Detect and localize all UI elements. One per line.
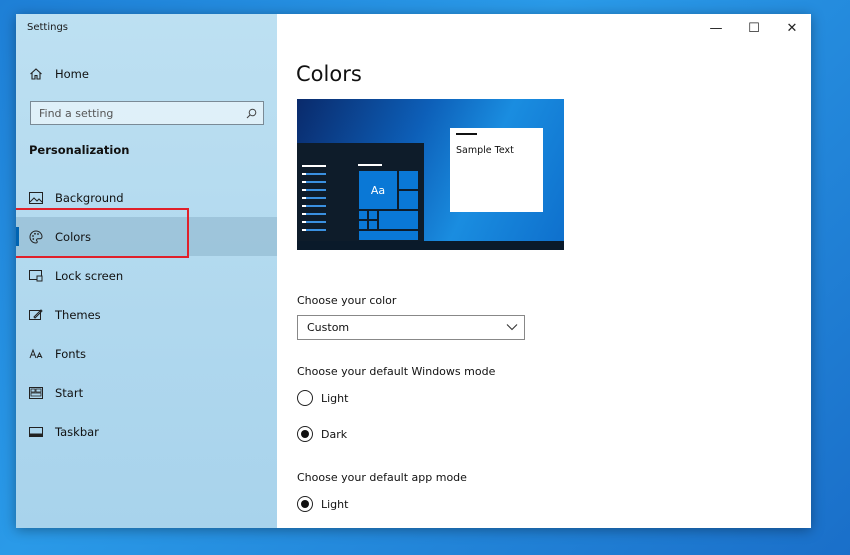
preview-tile	[368, 220, 378, 230]
preview-tile-aa: Aa	[358, 170, 398, 210]
close-button[interactable]: ✕	[773, 14, 811, 42]
lock-screen-icon	[28, 268, 44, 284]
color-preview: Aa Sample Text	[297, 99, 564, 250]
preview-start-menu: Aa	[297, 143, 424, 241]
sidebar-item-label: Start	[55, 385, 84, 400]
sidebar-item-label: Taskbar	[55, 424, 99, 439]
taskbar-icon	[28, 424, 44, 440]
preview-tile	[358, 210, 368, 220]
preview-tiles: Aa	[358, 170, 419, 241]
radio-label: Light	[321, 391, 349, 405]
page-title: Colors	[296, 62, 362, 86]
preview-tile	[398, 170, 419, 190]
radio-button[interactable]	[297, 390, 313, 406]
windows-mode-label: Choose your default Windows mode	[297, 365, 496, 378]
sidebar-item-themes[interactable]: Themes	[16, 295, 277, 334]
preview-taskbar	[297, 241, 564, 250]
sidebar-item-label: Lock screen	[55, 268, 124, 283]
themes-icon	[28, 307, 44, 323]
sidebar-item-label: Themes	[55, 307, 101, 322]
preview-window-titlebar	[456, 133, 477, 135]
window-controls: — ☐ ✕	[697, 14, 811, 42]
app-mode-light-radio[interactable]: Light	[297, 496, 348, 512]
radio-label: Dark	[321, 427, 348, 441]
preview-tile	[398, 190, 419, 210]
sidebar-item-taskbar[interactable]: Taskbar	[16, 412, 277, 451]
preview-tile	[378, 210, 419, 230]
search-input[interactable]	[39, 106, 239, 120]
preview-tile	[358, 220, 368, 230]
app-title: Settings	[27, 22, 69, 33]
search-box[interactable]	[30, 101, 264, 125]
preview-menu-bar	[302, 165, 326, 167]
settings-window: Settings Home Personalization Background	[16, 14, 811, 528]
sidebar-item-lock-screen[interactable]: Lock screen	[16, 256, 277, 295]
home-icon	[28, 66, 44, 82]
search-icon[interactable]	[246, 104, 257, 123]
choose-color-dropdown[interactable]: Custom	[297, 315, 525, 340]
radio-button[interactable]	[297, 426, 313, 442]
sidebar-item-start[interactable]: Start	[16, 373, 277, 412]
fonts-icon	[28, 346, 44, 362]
minimize-button[interactable]: —	[697, 14, 735, 42]
main-content: — ☐ ✕ Colors Aa Sample Text Choose your …	[277, 14, 811, 528]
annotation-highlight-box	[16, 208, 189, 258]
app-mode-label: Choose your default app mode	[297, 471, 467, 484]
preview-sample-text: Sample Text	[456, 145, 514, 156]
sidebar-item-label: Background	[55, 190, 124, 205]
chevron-down-icon	[506, 321, 518, 334]
preview-menu-list	[302, 173, 326, 237]
start-icon	[28, 385, 44, 401]
radio-button[interactable]	[297, 496, 313, 512]
sidebar: Settings Home Personalization Background	[16, 14, 277, 528]
maximize-button[interactable]: ☐	[735, 14, 773, 42]
preview-tile	[358, 230, 419, 241]
sidebar-item-home[interactable]: Home	[16, 54, 277, 93]
windows-mode-dark-radio[interactable]: Dark	[297, 426, 347, 442]
choose-color-value: Custom	[307, 321, 350, 334]
windows-mode-light-radio[interactable]: Light	[297, 390, 348, 406]
preview-tile	[368, 210, 378, 220]
section-heading: Personalization	[29, 143, 130, 157]
sidebar-item-label: Home	[55, 66, 89, 81]
choose-color-label: Choose your color	[297, 294, 397, 307]
radio-label: Light	[321, 497, 349, 511]
image-icon	[28, 190, 44, 206]
sidebar-item-fonts[interactable]: Fonts	[16, 334, 277, 373]
sidebar-item-label: Fonts	[55, 346, 87, 361]
preview-tiles-bar	[358, 164, 382, 166]
preview-window: Sample Text	[450, 128, 543, 212]
